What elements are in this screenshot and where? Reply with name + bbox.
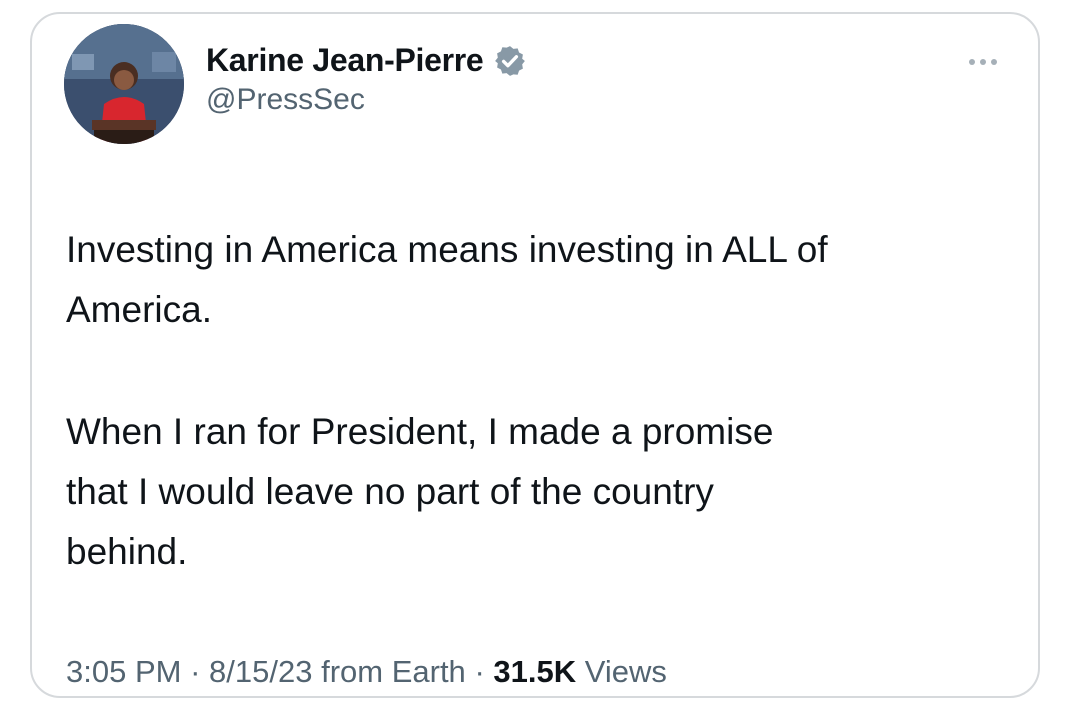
tweet-source: from Earth [321, 654, 466, 689]
author-name-row: Karine Jean-Pierre [206, 42, 527, 79]
verified-badge-icon[interactable] [493, 44, 527, 78]
meta-separator: · [474, 654, 485, 689]
meta-separator: · [190, 654, 201, 689]
avatar-image [64, 24, 184, 144]
author-info: Karine Jean-Pierre @PressSec [206, 42, 527, 117]
tweet-date[interactable]: 8/15/23 [209, 654, 312, 689]
tweet-card[interactable]: Karine Jean-Pierre @PressSec Investing i… [30, 12, 1040, 698]
author-avatar[interactable] [64, 24, 184, 144]
views-count[interactable]: 31.5K [493, 654, 576, 689]
more-options-icon[interactable] [964, 52, 1002, 72]
views-label: Views [584, 654, 667, 689]
tweet-text: Investing in America means investing in … [66, 220, 1016, 644]
tweet-meta: 3:05 PM · 8/15/23 from Earth · 31.5K Vie… [66, 654, 667, 690]
author-display-name[interactable]: Karine Jean-Pierre [206, 42, 484, 79]
tweet-time[interactable]: 3:05 PM [66, 654, 181, 689]
author-handle[interactable]: @PressSec [206, 83, 527, 117]
tweet-paragraph: Investing in America means investing in … [66, 229, 828, 330]
tweet-paragraph: When I ran for President, I made a promi… [66, 411, 774, 572]
